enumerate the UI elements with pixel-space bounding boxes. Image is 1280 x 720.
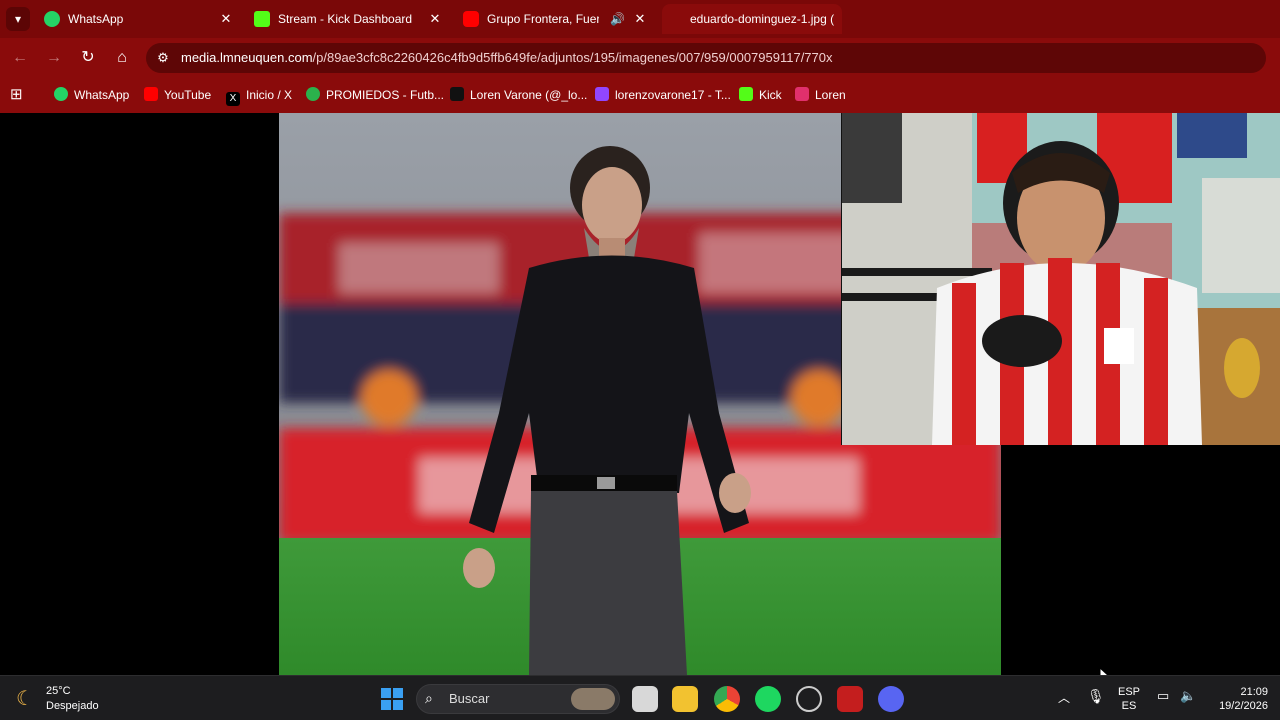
bookmarks-bar: ⊞ WhatsApp YouTube X Inicio / X PROMIEDOS…: [0, 78, 1280, 113]
reload-button[interactable]: ↻: [76, 46, 100, 70]
webcam-overlay: [841, 113, 1280, 445]
close-icon[interactable]: ✕: [631, 4, 649, 34]
url-path: /p/89ae3cfc8c2260426c4fb9d5ffb649fe/adju…: [312, 50, 833, 65]
address-bar-row: ← → ↻ ⌂ ⚙ media.lmneuquen.com/p/89ae3cfc…: [0, 38, 1280, 78]
home-button[interactable]: ⌂: [110, 46, 134, 70]
bookmark-label: PROMIEDOS - Futb...: [326, 88, 445, 102]
site-info-icon[interactable]: ⚙: [154, 49, 172, 67]
tab-kick-dashboard[interactable]: Stream - Kick Dashboard ✕: [246, 4, 450, 34]
bookmark-label: Loren Varone (@_lo...: [470, 88, 588, 102]
browser-chrome: ▾ WhatsApp ✕ Stream - Kick Dashboard ✕ G…: [0, 0, 1280, 113]
discord-icon[interactable]: [878, 686, 904, 712]
tab-title: Grupo Frontera, Fuerza R: [487, 12, 599, 26]
windows-logo-icon: [381, 688, 403, 710]
bookmark-label: Inicio / X: [246, 88, 293, 102]
kick-icon: [254, 11, 270, 27]
whatsapp-icon: [44, 11, 60, 27]
bookmark-x[interactable]: X Inicio / X: [226, 85, 293, 106]
instagram-icon: [795, 87, 809, 101]
streamer-webcam-image: [842, 113, 1280, 445]
language-indicator[interactable]: ESP ES: [1116, 685, 1142, 713]
clock-date: 19/2/2026: [1219, 700, 1268, 712]
bookmark-whatsapp[interactable]: WhatsApp: [54, 85, 129, 105]
bookmark-twitch[interactable]: lorenzovarone17 - T...: [595, 85, 731, 105]
weather-condition: Despejado: [46, 700, 99, 712]
image-viewer: [0, 113, 1280, 687]
tab-title: Stream - Kick Dashboard: [278, 12, 413, 26]
spotify-icon[interactable]: [755, 686, 781, 712]
moon-weather-icon: ☾: [16, 688, 34, 710]
close-icon[interactable]: ✕: [217, 4, 235, 34]
youtube-icon: [144, 87, 158, 101]
address-bar[interactable]: ⚙ media.lmneuquen.com/p/89ae3cfc8c226042…: [146, 43, 1266, 73]
back-button[interactable]: ←: [8, 46, 32, 70]
search-highlight-icon: [571, 688, 615, 710]
search-icon: ⌕: [425, 690, 433, 706]
obs-icon[interactable]: [796, 686, 822, 712]
microphone-icon[interactable]: 🎙: [1087, 688, 1105, 705]
weather-temp: 25°C: [46, 685, 71, 697]
bookmark-tiktok[interactable]: Loren Varone (@_lo...: [450, 85, 587, 105]
tab-title: WhatsApp: [68, 12, 124, 26]
tab-title: eduardo-dominguez-1.jpg (: [690, 12, 835, 26]
tab-strip: ▾ WhatsApp ✕ Stream - Kick Dashboard ✕ G…: [0, 0, 1280, 38]
windows-taskbar: ☾ 25°C Despejado ⌕ Buscar ︿ 🎙 ESP ES ▭ 🔈…: [0, 675, 1280, 720]
url-text: media.lmneuquen.com/p/89ae3cfc8c2260426c…: [181, 43, 833, 73]
apps-grid-icon[interactable]: ⊞: [10, 85, 23, 105]
bookmark-label: Kick: [759, 88, 782, 102]
speaker-icon[interactable]: 🔊: [610, 4, 625, 34]
start-button[interactable]: [379, 686, 405, 712]
tab-eduardo-dominguez-image[interactable]: eduardo-dominguez-1.jpg (: [662, 4, 842, 34]
chrome-icon[interactable]: [714, 686, 740, 712]
tiktok-icon: [450, 87, 464, 101]
twitch-icon: [595, 87, 609, 101]
app-icon[interactable]: [837, 686, 863, 712]
whatsapp-icon: [54, 87, 68, 101]
bookmark-kick[interactable]: Kick: [739, 85, 782, 105]
kick-icon: [739, 87, 753, 101]
close-icon[interactable]: ✕: [426, 4, 444, 34]
bookmark-label: Loren: [815, 88, 846, 102]
bookmark-promiedos[interactable]: PROMIEDOS - Futb...: [306, 85, 444, 105]
x-icon: X: [226, 92, 240, 106]
bookmark-label: YouTube: [164, 88, 212, 102]
chevron-up-icon[interactable]: ︿: [1058, 689, 1070, 706]
bookmark-label: WhatsApp: [74, 88, 130, 102]
tab-grupo-frontera[interactable]: Grupo Frontera, Fuerza R 🔊 ✕: [455, 4, 655, 34]
clock[interactable]: 21:09 19/2/2026: [1206, 685, 1268, 713]
taskbar-search[interactable]: ⌕ Buscar: [416, 684, 620, 714]
tab-search-button[interactable]: ▾: [6, 7, 30, 31]
youtube-icon: [463, 11, 479, 27]
weather-widget[interactable]: 25°C Despejado: [46, 684, 99, 714]
network-icon[interactable]: ▭: [1157, 688, 1169, 704]
url-host: media.lmneuquen.com: [181, 50, 313, 65]
clock-time: 21:09: [1240, 686, 1268, 698]
bookmark-label: lorenzovarone17 - T...: [615, 88, 731, 102]
keyboard-code: ES: [1121, 700, 1137, 712]
promiedos-icon: [306, 87, 320, 101]
volume-icon[interactable]: 🔈: [1180, 688, 1196, 704]
bookmark-instagram[interactable]: Loren: [795, 85, 846, 105]
bookmark-youtube[interactable]: YouTube: [144, 85, 211, 105]
file-explorer-icon[interactable]: [672, 686, 698, 712]
task-view-icon[interactable]: [632, 686, 658, 712]
search-placeholder: Buscar: [449, 691, 490, 706]
forward-button[interactable]: →: [42, 46, 66, 70]
language-code: ESP: [1117, 686, 1140, 698]
tab-whatsapp[interactable]: WhatsApp ✕: [36, 4, 241, 34]
